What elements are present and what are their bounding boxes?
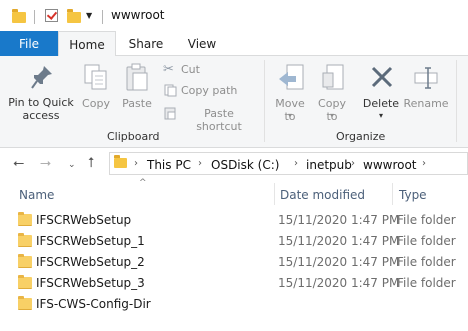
paste-button[interactable]: Paste [118, 62, 156, 114]
breadcrumb-separator[interactable]: › [422, 158, 426, 169]
column-header-type[interactable]: Type [399, 188, 427, 202]
folder-icon [18, 212, 32, 226]
pin-to-quick-access-button[interactable]: Pin to Quick access [4, 62, 78, 126]
breadcrumb-separator[interactable]: › [134, 158, 138, 169]
up-arrow-icon[interactable]: ⭡ [88, 155, 95, 171]
paste-label: Paste [122, 97, 152, 110]
pin-label: Pin to Quick access [8, 96, 74, 122]
window-title: wwwroot [111, 8, 165, 22]
tab-home[interactable]: Home [58, 31, 116, 57]
folder-icon [18, 296, 32, 310]
delete-button[interactable]: Delete ▾ [362, 62, 400, 126]
copy-to-button[interactable]: Copy to ▾ [313, 62, 351, 126]
column-header-date[interactable]: Date modified [280, 188, 365, 202]
forward-arrow-icon[interactable]: ⭢ [40, 155, 51, 171]
pin-icon [31, 66, 52, 89]
file-name: IFS-CWS-Config-Dir [36, 297, 151, 311]
dropdown-arrow-icon: ▾ [378, 111, 383, 120]
breadcrumb-separator[interactable]: › [294, 158, 298, 169]
copy-path-button[interactable]: Copy path [162, 83, 257, 99]
file-name: IFSCRWebSetup_1 [36, 234, 145, 248]
paste-shortcut-icon [164, 107, 176, 120]
dropdown-arrow-icon: ▾ [287, 111, 292, 120]
copy-to-icon [322, 64, 344, 90]
paste-shortcut-label: Paste shortcut [196, 107, 242, 133]
delete-x-icon [371, 66, 393, 88]
table-row[interactable]: IFSCRWebSetup_3 15/11/2020 1:47 PM File … [10, 273, 468, 293]
file-date: 15/11/2020 1:47 PM [278, 276, 400, 290]
copy-icon [84, 64, 107, 90]
separator [34, 10, 35, 24]
breadcrumb-this-pc[interactable]: This PC [147, 158, 191, 172]
breadcrumb-inetpub[interactable]: inetpub [306, 158, 352, 172]
breadcrumb-osdisk[interactable]: OSDisk (C:) [211, 158, 279, 172]
group-separator [264, 60, 265, 142]
tab-share[interactable]: Share [120, 31, 172, 56]
file-date: 15/11/2020 1:47 PM [278, 234, 400, 248]
file-name: IFSCRWebSetup [36, 213, 132, 227]
rename-icon [414, 67, 438, 89]
recent-locations-chevron-icon[interactable]: ⌄ [68, 157, 76, 173]
sort-ascending-icon: ^ [139, 178, 147, 188]
customize-qat-icon[interactable]: ▼ [86, 11, 92, 21]
cut-button[interactable]: ✂ Cut [162, 62, 257, 78]
paste-shortcut-button[interactable]: Paste shortcut [162, 106, 257, 133]
folder-icon [18, 233, 32, 247]
file-name: IFSCRWebSetup_2 [36, 255, 145, 269]
column-divider[interactable] [274, 183, 275, 205]
table-row[interactable]: IFS-CWS-Config-Dir [10, 294, 468, 314]
table-row[interactable]: IFSCRWebSetup_2 15/11/2020 1:47 PM File … [10, 252, 468, 272]
folder-icon [18, 254, 32, 268]
copy-button[interactable]: Copy [78, 62, 114, 114]
tab-view[interactable]: View [176, 31, 228, 56]
group-separator [456, 60, 457, 142]
breadcrumb-wwwroot[interactable]: wwwroot [363, 158, 417, 172]
separator [102, 10, 103, 24]
column-divider[interactable] [392, 183, 393, 205]
file-type: File folder [397, 234, 456, 248]
scissors-icon: ✂ [163, 62, 174, 77]
new-folder-icon[interactable] [67, 9, 81, 23]
dropdown-arrow-icon: ▾ [329, 111, 334, 120]
breadcrumb-separator[interactable]: › [351, 158, 355, 169]
paste-icon [126, 63, 148, 91]
file-type: File folder [397, 276, 456, 290]
move-to-icon [279, 64, 304, 90]
properties-icon[interactable] [45, 9, 58, 22]
organize-group-label: Organize [336, 130, 386, 143]
file-date: 15/11/2020 1:47 PM [278, 255, 400, 269]
breadcrumb-separator[interactable]: › [198, 158, 202, 169]
file-type: File folder [397, 255, 456, 269]
back-arrow-icon[interactable]: ⭠ [13, 155, 24, 171]
folder-icon [12, 9, 26, 23]
copy-path-label: Copy path [181, 84, 238, 97]
clipboard-group-label: Clipboard [107, 130, 160, 143]
folder-icon [114, 155, 127, 168]
copy-path-icon [164, 84, 177, 97]
title-bar: ▼ wwwroot [0, 0, 468, 31]
file-type: File folder [397, 213, 456, 227]
column-header-name[interactable]: Name [19, 188, 54, 202]
move-to-button[interactable]: Move to ▾ [271, 62, 309, 126]
folder-icon [18, 275, 32, 289]
tab-file[interactable]: File [0, 31, 58, 56]
cut-label: Cut [181, 63, 200, 76]
rename-button[interactable]: Rename [403, 62, 449, 114]
rename-label: Rename [403, 97, 449, 110]
copy-label: Copy [82, 97, 110, 110]
file-name: IFSCRWebSetup_3 [36, 276, 145, 290]
table-row[interactable]: IFSCRWebSetup_1 15/11/2020 1:47 PM File … [10, 231, 468, 251]
table-row[interactable]: IFSCRWebSetup 15/11/2020 1:47 PM File fo… [10, 210, 468, 230]
file-date: 15/11/2020 1:47 PM [278, 213, 400, 227]
